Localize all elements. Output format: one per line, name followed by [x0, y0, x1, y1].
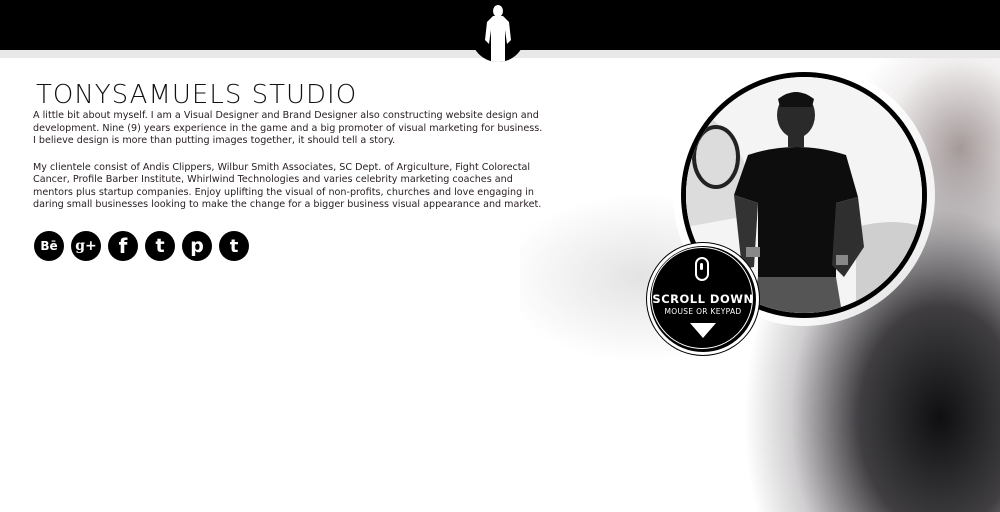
brand-title: TONYSAMUELS STUDIO — [36, 80, 358, 110]
social-links: Bē g+ f t p t — [34, 231, 249, 261]
google-plus-glyph: g+ — [75, 238, 97, 254]
twitter-icon[interactable]: t — [145, 231, 175, 261]
pinterest-glyph: p — [190, 235, 204, 257]
google-plus-icon[interactable]: g+ — [71, 231, 101, 261]
mouse-icon — [695, 257, 709, 281]
bio-paragraph-1: A little bit about myself. I am a Visual… — [33, 110, 543, 146]
facebook-glyph: f — [118, 234, 128, 258]
mouse-wheel-icon — [700, 263, 703, 270]
twitter-glyph: t — [155, 235, 165, 257]
scroll-down-sublabel: MOUSE OR KEYPAD — [664, 307, 742, 316]
silhouette-logo-icon — [485, 5, 511, 62]
tumblr-glyph: t — [229, 235, 239, 257]
pinterest-icon[interactable]: p — [182, 231, 212, 261]
scroll-down-label: SCROLL DOWN — [652, 292, 754, 306]
arrow-down-icon — [690, 323, 716, 338]
behance-glyph: Bē — [40, 239, 58, 253]
bio-paragraph-2: My clientele consist of Andis Clippers, … — [33, 161, 542, 211]
scroll-down-button[interactable]: SCROLL DOWN MOUSE OR KEYPAD — [647, 243, 759, 355]
tumblr-icon[interactable]: t — [219, 231, 249, 261]
logo-tab[interactable] — [471, 0, 525, 62]
behance-icon[interactable]: Bē — [34, 231, 64, 261]
facebook-icon[interactable]: f — [108, 231, 138, 261]
bio-section: A little bit about myself. I am a Visual… — [33, 110, 543, 226]
